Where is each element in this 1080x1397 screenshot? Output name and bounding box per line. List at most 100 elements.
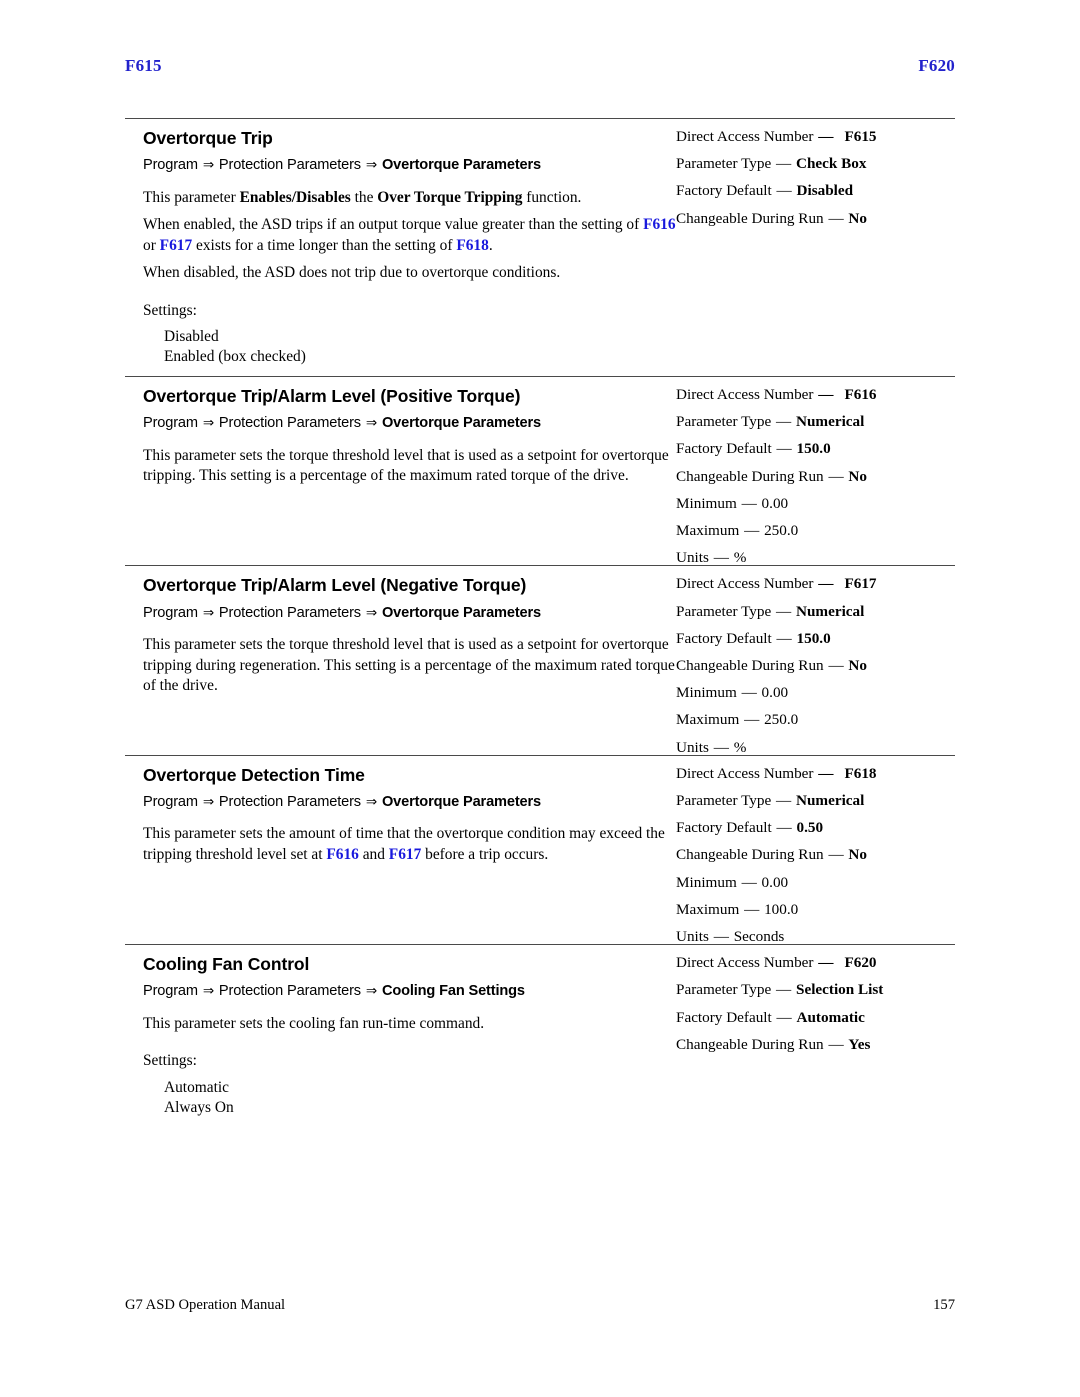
- parameter-description-column: Overtorque Trip/Alarm Level (Positive To…: [125, 377, 676, 487]
- spec-line: Parameter Type — Numerical: [676, 604, 955, 619]
- spec-key: Parameter Type: [676, 413, 772, 431]
- breadcrumb: Program ⇒ Protection Parameters ⇒ Overto…: [143, 605, 676, 623]
- parameter-reference[interactable]: F616: [643, 216, 676, 233]
- em-dash: —: [776, 155, 792, 173]
- page-footer: G7 ASD Operation Manual 157: [125, 1297, 955, 1314]
- em-dash: —: [818, 128, 834, 145]
- em-dash: —: [744, 522, 760, 540]
- emphasis: Enables/Disables: [239, 188, 351, 206]
- spec-line: Direct Access Number — F620: [676, 955, 955, 970]
- double-arrow-icon: ⇒: [365, 157, 378, 174]
- spec-key: Units: [676, 928, 709, 946]
- spec-key: Changeable During Run: [676, 209, 824, 227]
- parameter-spec-column: Direct Access Number — F620 Parameter Type…: [676, 945, 955, 1052]
- description-paragraph: When disabled, the ASD does not trip due…: [143, 264, 561, 282]
- parameter-reference[interactable]: F616: [326, 846, 359, 863]
- spec-value: Yes: [848, 1035, 871, 1053]
- breadcrumb-item-3[interactable]: Overtorque Parameters: [382, 415, 541, 431]
- breadcrumb-item-3[interactable]: Overtorque Parameters: [382, 605, 541, 621]
- parameter-reference[interactable]: F617: [160, 237, 193, 254]
- spec-value: No: [848, 209, 867, 227]
- breadcrumb: Program ⇒ Protection Parameters ⇒ Coolin…: [143, 983, 676, 1001]
- description-paragraph: This parameter sets the torque threshold…: [143, 636, 675, 695]
- spec-value: 250.0: [764, 711, 799, 729]
- spec-value: 0.00: [761, 494, 789, 512]
- settings-list-item: Disabled: [164, 328, 219, 346]
- spec-key: Factory Default: [676, 1008, 772, 1026]
- parameter-spec-column: Direct Access Number — F616 Parameter Type…: [676, 377, 955, 565]
- em-dash: —: [776, 1008, 792, 1026]
- description-paragraph: This parameter sets the cooling fan run-…: [143, 1014, 485, 1032]
- spec-line: Factory Default — 150.0: [676, 631, 955, 646]
- breadcrumb-item-1[interactable]: Program: [143, 983, 198, 999]
- spec-line: Factory Default — Automatic: [676, 1010, 955, 1025]
- spec-line: Changeable During Run — No: [676, 211, 955, 226]
- breadcrumb-item-1[interactable]: Program: [143, 794, 198, 810]
- spec-line: Maximum — 250.0: [676, 523, 955, 538]
- spec-line: Units — Seconds: [676, 929, 955, 944]
- spec-value: 0.50: [796, 819, 824, 837]
- spec-key: Parameter Type: [676, 981, 772, 999]
- breadcrumb-item-1[interactable]: Program: [143, 415, 198, 431]
- spec-line: Factory Default — 150.0: [676, 441, 955, 456]
- breadcrumb-item-2[interactable]: Protection Parameters: [219, 983, 361, 999]
- breadcrumb-item-3[interactable]: Overtorque Parameters: [382, 794, 541, 810]
- double-arrow-icon: ⇒: [365, 604, 378, 621]
- em-dash: —: [776, 182, 792, 200]
- parameter-description-column: Cooling Fan Control Program ⇒ Protection …: [125, 945, 676, 1118]
- header-folio-left: F615: [125, 56, 162, 75]
- double-arrow-icon: ⇒: [202, 793, 214, 810]
- spec-value: Numerical: [796, 602, 865, 620]
- parameter-section: Overtorque Trip Program ⇒ Protection Para…: [125, 118, 955, 376]
- breadcrumb-item-3[interactable]: Overtorque Parameters: [382, 157, 541, 173]
- breadcrumb-item-2[interactable]: Protection Parameters: [219, 794, 361, 810]
- spec-key: Direct Access Number: [676, 575, 814, 593]
- breadcrumb-item-2[interactable]: Protection Parameters: [219, 605, 361, 621]
- em-dash: —: [776, 602, 792, 620]
- em-dash: —: [741, 494, 757, 512]
- spec-line: Direct Access Number — F617: [676, 576, 955, 591]
- em-dash: —: [713, 928, 729, 946]
- settings-list-item: Always On: [164, 1098, 234, 1116]
- spec-key: Units: [676, 738, 709, 756]
- spec-key: Minimum: [676, 494, 737, 512]
- breadcrumb-item-1[interactable]: Program: [143, 157, 198, 173]
- spec-value: No: [848, 467, 867, 485]
- double-arrow-icon: ⇒: [365, 415, 378, 432]
- em-dash: —: [828, 209, 844, 227]
- breadcrumb-item-2[interactable]: Protection Parameters: [219, 157, 361, 173]
- spec-value: %: [733, 549, 747, 567]
- spec-line: Direct Access Number — F616: [676, 387, 955, 402]
- breadcrumb: Program ⇒ Protection Parameters ⇒ Overto…: [143, 415, 676, 433]
- description-paragraph: This parameter Enables/Disables the Over…: [143, 188, 582, 206]
- em-dash: —: [776, 440, 792, 458]
- parameter-title: Overtorque Trip/Alarm Level (Negative To…: [143, 575, 527, 596]
- header-folio-right: F620: [918, 56, 955, 75]
- spec-key: Changeable During Run: [676, 846, 824, 864]
- spec-value: Seconds: [733, 928, 785, 946]
- spec-value: 150.0: [796, 629, 831, 647]
- breadcrumb-item-3[interactable]: Cooling Fan Settings: [382, 983, 525, 999]
- spec-line: Units — %: [676, 550, 955, 565]
- parameter-reference[interactable]: F617: [389, 846, 422, 863]
- double-arrow-icon: ⇒: [202, 604, 214, 621]
- spec-line: Factory Default — 0.50: [676, 820, 955, 835]
- em-dash: —: [818, 386, 834, 403]
- spec-value: %: [733, 738, 747, 756]
- em-dash: —: [713, 738, 729, 756]
- spec-line: Maximum — 250.0: [676, 712, 955, 727]
- em-dash: —: [776, 792, 792, 810]
- parameter-reference[interactable]: F618: [456, 237, 489, 254]
- breadcrumb-item-2[interactable]: Protection Parameters: [219, 415, 361, 431]
- parameter-description-column: Overtorque Detection Time Program ⇒ Prote…: [125, 756, 676, 866]
- spec-key: Parameter Type: [676, 792, 772, 810]
- parameter-description-column: Overtorque Trip Program ⇒ Protection Para…: [125, 119, 676, 367]
- settings-label: Settings:: [143, 301, 197, 319]
- parameter-spec-column: Direct Access Number — F618 Parameter Type…: [676, 756, 955, 944]
- running-header: F615 F620: [125, 56, 955, 76]
- spec-line: Direct Access Number — F615: [676, 129, 955, 144]
- em-dash: —: [713, 549, 729, 567]
- breadcrumb-item-1[interactable]: Program: [143, 605, 198, 621]
- em-dash: —: [776, 629, 792, 647]
- spec-key: Factory Default: [676, 819, 772, 837]
